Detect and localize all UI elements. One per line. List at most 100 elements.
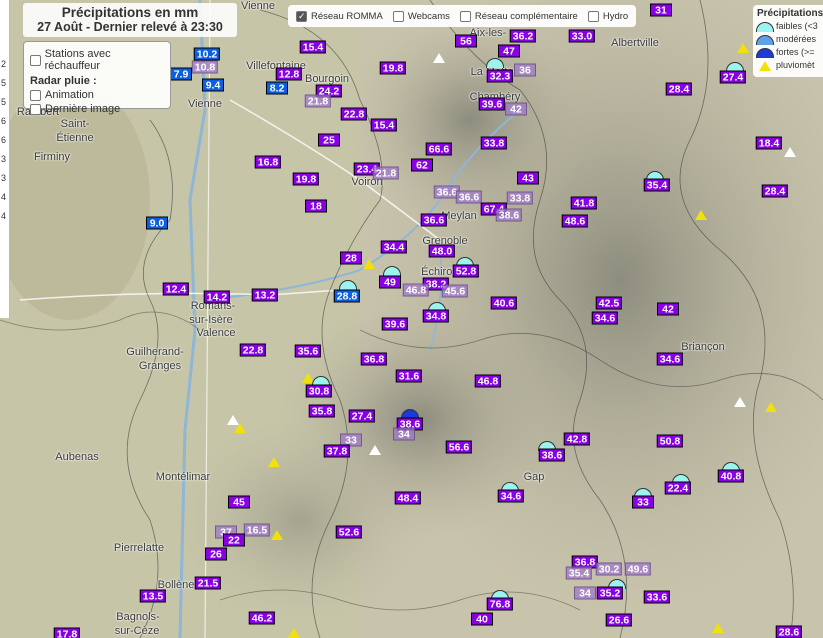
station-value[interactable]: 36.6: [455, 190, 483, 204]
station-value[interactable]: 8.2: [266, 81, 288, 95]
station-value[interactable]: 31: [650, 3, 672, 17]
station-value[interactable]: 9.4: [202, 78, 224, 92]
station-value[interactable]: 21.8: [304, 94, 332, 108]
webcams-checkbox[interactable]: [392, 10, 404, 22]
station-value[interactable]: 32.3: [486, 69, 514, 83]
station-value[interactable]: 15.4: [299, 40, 327, 54]
pluviometer-triangle-icon[interactable]: [765, 402, 777, 412]
station-triangle-white-icon[interactable]: [433, 53, 445, 63]
pluviometer-triangle-icon[interactable]: [695, 210, 707, 220]
station-value[interactable]: 34: [574, 586, 596, 600]
station-value[interactable]: 21.5: [194, 576, 222, 590]
station-value[interactable]: 28: [340, 251, 362, 265]
station-value[interactable]: 35.8: [308, 404, 336, 418]
station-value[interactable]: 9.0: [146, 216, 168, 230]
station-value[interactable]: 13.5: [139, 589, 167, 603]
station-value[interactable]: 26.6: [605, 613, 633, 627]
romma-checkbox[interactable]: [296, 10, 307, 22]
station-value[interactable]: 41.8: [570, 196, 598, 210]
station-value[interactable]: 38.6: [538, 448, 566, 462]
pluviometer-triangle-icon[interactable]: [234, 423, 246, 433]
station-value[interactable]: 35.2: [596, 586, 624, 600]
station-value[interactable]: 31.6: [395, 369, 423, 383]
station-value[interactable]: 14.2: [203, 290, 231, 304]
station-value[interactable]: 33.8: [480, 136, 508, 150]
pluviometer-triangle-icon[interactable]: [363, 259, 375, 269]
station-value[interactable]: 35.4: [565, 566, 593, 580]
station-value[interactable]: 22.8: [340, 107, 368, 121]
station-value[interactable]: 19.8: [379, 61, 407, 75]
station-value[interactable]: 42.5: [595, 296, 623, 310]
station-value[interactable]: 37.8: [323, 444, 351, 458]
station-value[interactable]: 42: [505, 102, 527, 116]
station-value[interactable]: 16.5: [243, 523, 271, 537]
station-value[interactable]: 35.6: [294, 344, 322, 358]
pluviometer-triangle-icon[interactable]: [271, 530, 283, 540]
station-value[interactable]: 45.6: [441, 284, 469, 298]
layer-complementary[interactable]: Réseau complémentaire: [459, 10, 578, 22]
station-value[interactable]: 34.4: [380, 240, 408, 254]
station-value[interactable]: 48.4: [394, 491, 422, 505]
heaters-checkbox[interactable]: [30, 54, 41, 66]
station-value[interactable]: 18: [305, 199, 327, 213]
station-value[interactable]: 48.6: [561, 214, 589, 228]
station-value[interactable]: 52.8: [452, 264, 480, 278]
station-value[interactable]: 49.6: [624, 562, 652, 576]
station-value[interactable]: 36.8: [360, 352, 388, 366]
station-value[interactable]: 34.8: [422, 309, 450, 323]
last-image-checkbox[interactable]: [30, 103, 41, 115]
station-value[interactable]: 45: [228, 495, 250, 509]
pluviometer-triangle-icon[interactable]: [268, 457, 280, 467]
station-value[interactable]: 28.8: [333, 289, 361, 303]
layer-romma[interactable]: Réseau ROMMA: [296, 10, 383, 22]
station-value[interactable]: 33.6: [643, 590, 671, 604]
station-value[interactable]: 49: [379, 275, 401, 289]
station-value[interactable]: 40: [471, 612, 493, 626]
station-value[interactable]: 22: [223, 533, 245, 547]
station-value[interactable]: 48.0: [428, 244, 456, 258]
station-value[interactable]: 21.8: [372, 166, 400, 180]
animation-toggle[interactable]: Animation: [30, 89, 164, 101]
pluviometer-triangle-icon[interactable]: [288, 628, 300, 638]
station-triangle-white-icon[interactable]: [784, 147, 796, 157]
station-value[interactable]: 35.4: [643, 178, 671, 192]
station-value[interactable]: 36.6: [420, 213, 448, 227]
station-value[interactable]: 47: [498, 44, 520, 58]
station-value[interactable]: 33: [632, 495, 654, 509]
station-value[interactable]: 22.4: [664, 481, 692, 495]
station-value[interactable]: 10.2: [193, 47, 221, 61]
pluviometer-triangle-icon[interactable]: [712, 623, 724, 633]
pluviometer-triangle-icon[interactable]: [737, 43, 749, 53]
station-value[interactable]: 22.8: [239, 343, 267, 357]
station-value[interactable]: 38.6: [495, 208, 523, 222]
station-value[interactable]: 40.6: [490, 296, 518, 310]
station-value[interactable]: 33.0: [568, 29, 596, 43]
station-value[interactable]: 19.8: [292, 172, 320, 186]
station-value[interactable]: 28.6: [775, 625, 803, 638]
station-value[interactable]: 46.8: [402, 283, 430, 297]
last-image-toggle[interactable]: Dernière image: [30, 103, 164, 115]
station-triangle-white-icon[interactable]: [369, 445, 381, 455]
station-value[interactable]: 46.2: [248, 611, 276, 625]
station-value[interactable]: 25: [318, 133, 340, 147]
station-value[interactable]: 52.6: [335, 525, 363, 539]
station-value[interactable]: 76.8: [486, 597, 514, 611]
station-value[interactable]: 46.8: [474, 374, 502, 388]
station-value[interactable]: 50.8: [656, 434, 684, 448]
station-value[interactable]: 34.6: [591, 311, 619, 325]
station-value[interactable]: 34.6: [656, 352, 684, 366]
station-value[interactable]: 39.6: [478, 97, 506, 111]
station-triangle-white-icon[interactable]: [734, 397, 746, 407]
station-value[interactable]: 30.2: [595, 562, 623, 576]
layer-webcams[interactable]: Webcams: [392, 10, 450, 22]
station-value[interactable]: 43: [517, 171, 539, 185]
station-value[interactable]: 62: [411, 158, 433, 172]
station-value[interactable]: 17.8: [53, 627, 81, 638]
station-value[interactable]: 18.4: [755, 136, 783, 150]
station-value[interactable]: 40.8: [717, 469, 745, 483]
heaters-toggle[interactable]: Stations avec réchauffeur: [30, 48, 164, 72]
station-value[interactable]: 26: [205, 547, 227, 561]
station-value[interactable]: 56: [455, 34, 477, 48]
station-value[interactable]: 12.8: [275, 67, 303, 81]
station-value[interactable]: 13.2: [251, 288, 279, 302]
